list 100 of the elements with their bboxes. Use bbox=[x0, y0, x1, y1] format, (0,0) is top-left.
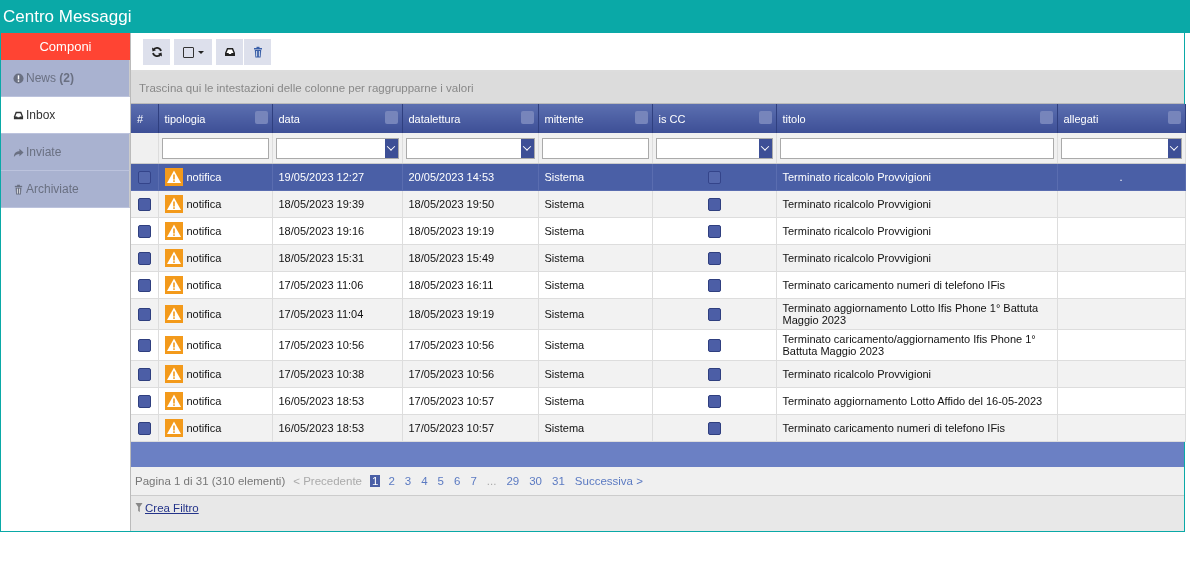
compose-button[interactable]: Componi bbox=[1, 33, 130, 60]
table-cell: notifica bbox=[186, 422, 222, 434]
table-row[interactable]: notifica 18/05/2023 15:31 18/05/2023 15:49 Sistema Terminato ricalcolo Provvigioni bbox=[131, 244, 1185, 272]
warning-icon bbox=[164, 392, 183, 410]
filter-dropdown[interactable] bbox=[1060, 137, 1182, 159]
filter-dropdown[interactable] bbox=[655, 137, 773, 159]
page-link[interactable]: 2 bbox=[386, 475, 397, 487]
row-checkbox[interactable] bbox=[137, 421, 151, 435]
column-header[interactable]: datalettura bbox=[402, 104, 538, 133]
warning-icon bbox=[164, 276, 183, 294]
column-header[interactable]: data bbox=[272, 104, 402, 133]
cc-checkbox[interactable] bbox=[707, 251, 721, 265]
filter-field[interactable] bbox=[161, 137, 269, 159]
table-cell: Sistema bbox=[544, 422, 585, 434]
row-checkbox[interactable] bbox=[137, 251, 151, 265]
page-link[interactable]: 1 bbox=[370, 475, 381, 487]
warning-icon bbox=[164, 249, 183, 267]
row-checkbox[interactable] bbox=[137, 224, 151, 238]
table-cell: Terminato caricamento/aggiornamento Ifis Phone 1° Battuta Maggio 2023 bbox=[782, 333, 1036, 357]
page-link[interactable]: 30 bbox=[527, 475, 544, 487]
table-row[interactable]: notifica 17/05/2023 10:38 17/05/2023 10:56 Sistema Terminato ricalcolo Provvigioni bbox=[131, 360, 1185, 388]
cc-checkbox[interactable] bbox=[707, 224, 721, 238]
cc-checkbox[interactable] bbox=[707, 338, 721, 352]
cc-checkbox[interactable] bbox=[707, 307, 721, 321]
row-checkbox[interactable] bbox=[137, 338, 151, 352]
column-header[interactable]: titolo bbox=[776, 104, 1057, 133]
table-row[interactable]: notifica 17/05/2023 11:06 18/05/2023 16:11 Sistema Terminato caricamento numeri di telefono IFis bbox=[131, 271, 1185, 299]
table-cell: 17/05/2023 10:56 bbox=[278, 339, 365, 351]
create-filter-link[interactable]: Crea Filtro bbox=[145, 502, 199, 514]
cc-checkbox[interactable] bbox=[707, 394, 721, 408]
inbox-button[interactable] bbox=[216, 39, 243, 65]
row-checkbox[interactable] bbox=[137, 170, 151, 184]
cc-checkbox[interactable] bbox=[707, 367, 721, 381]
page-link[interactable]: 3 bbox=[402, 475, 414, 487]
inbox-icon bbox=[223, 46, 236, 58]
table-row[interactable]: notifica 19/05/2023 12:27 20/05/2023 14:53 Sistema Terminato ricalcolo Provvigioni . bbox=[131, 163, 1185, 191]
table-cell: notifica bbox=[186, 339, 222, 351]
row-checkbox[interactable] bbox=[137, 367, 151, 381]
filter-field[interactable] bbox=[779, 137, 1054, 159]
column-header[interactable]: tipologia bbox=[158, 104, 272, 133]
page-link[interactable]: 6 bbox=[452, 475, 463, 487]
table-cell: Terminato ricalcolo Provvigioni bbox=[782, 171, 932, 183]
table-cell: 19/05/2023 12:27 bbox=[278, 171, 365, 183]
filter-dropdown[interactable] bbox=[405, 137, 535, 159]
cc-checkbox[interactable] bbox=[707, 421, 721, 435]
group-panel-hint: Trascina qui le intestazioni delle colonne per raggrupparne i valori bbox=[131, 72, 1184, 104]
table-cell: notifica bbox=[186, 252, 222, 264]
column-header[interactable]: is CC bbox=[652, 104, 776, 133]
table-row[interactable]: notifica 17/05/2023 11:04 18/05/2023 19:19 Sistema Terminato aggiornamento Lotto Ifis Phone 1° Battuta Maggio 2023 bbox=[131, 298, 1185, 330]
warning-icon bbox=[164, 168, 183, 186]
trash-icon bbox=[251, 46, 264, 58]
table-cell: 18/05/2023 19:39 bbox=[278, 198, 365, 210]
trash-icon bbox=[13, 183, 24, 195]
refresh-button[interactable] bbox=[143, 39, 170, 65]
table-cell: notifica bbox=[186, 225, 222, 237]
table-row[interactable]: notifica 18/05/2023 19:39 18/05/2023 19:50 Sistema Terminato ricalcolo Provvigioni bbox=[131, 190, 1185, 218]
cc-checkbox[interactable] bbox=[707, 170, 721, 184]
page-summary: Pagina 1 di 31 (310 elementi) bbox=[135, 475, 286, 487]
column-header[interactable]: # bbox=[131, 104, 158, 133]
refresh-icon bbox=[150, 46, 163, 58]
table-row[interactable]: notifica 17/05/2023 10:56 17/05/2023 10:56 Sistema Terminato caricamento/aggiornamento Ifis Phone 1° Battuta Maggio 2023 bbox=[131, 329, 1185, 361]
table-cell: 17/05/2023 11:04 bbox=[278, 308, 364, 320]
table-cell: Sistema bbox=[544, 279, 585, 291]
column-header[interactable]: allegati bbox=[1057, 104, 1185, 133]
table-cell: Sistema bbox=[544, 368, 585, 380]
table-row[interactable]: notifica 16/05/2023 18:53 17/05/2023 10:57 Sistema Terminato aggiornamento Lotto Affido del 16-05-2023 bbox=[131, 387, 1185, 415]
cc-checkbox[interactable] bbox=[707, 197, 721, 211]
page-link[interactable]: 7 bbox=[468, 475, 479, 487]
row-checkbox[interactable] bbox=[137, 307, 151, 321]
table-cell: 17/05/2023 10:57 bbox=[408, 422, 495, 434]
cc-checkbox[interactable] bbox=[707, 278, 721, 292]
table-cell: 18/05/2023 16:11 bbox=[408, 279, 494, 291]
column-header[interactable]: mittente bbox=[538, 104, 652, 133]
warning-icon bbox=[164, 222, 183, 240]
table-cell: Terminato caricamento numeri di telefono IFis bbox=[782, 279, 1006, 291]
page-link[interactable]: 5 bbox=[435, 475, 446, 487]
page-link[interactable]: 4 bbox=[419, 475, 430, 487]
table-cell: 18/05/2023 19:50 bbox=[408, 198, 495, 210]
table-cell: . bbox=[1119, 171, 1123, 183]
row-checkbox[interactable] bbox=[137, 197, 151, 211]
table-cell: Sistema bbox=[544, 171, 585, 183]
row-checkbox[interactable] bbox=[137, 394, 151, 408]
table-cell: notifica bbox=[186, 171, 222, 183]
table-row[interactable]: notifica 16/05/2023 18:53 17/05/2023 10:57 Sistema Terminato caricamento numeri di telefono IFis bbox=[131, 414, 1185, 442]
inbox-icon bbox=[13, 109, 24, 121]
warning-icon bbox=[164, 195, 183, 213]
row-checkbox[interactable] bbox=[137, 278, 151, 292]
table-cell: Sistema bbox=[544, 252, 585, 264]
next-link[interactable]: Successiva > bbox=[574, 475, 643, 487]
filter-dropdown[interactable] bbox=[275, 137, 399, 159]
table-row[interactable]: notifica 18/05/2023 19:16 18/05/2023 19:19 Sistema Terminato ricalcolo Provvigioni bbox=[131, 217, 1185, 245]
page-link[interactable]: 31 bbox=[550, 475, 567, 487]
table-cell: 18/05/2023 15:49 bbox=[408, 252, 495, 264]
page-link[interactable]: 29 bbox=[504, 475, 522, 487]
filter-field[interactable] bbox=[541, 137, 649, 159]
window-title: Centro Messaggi bbox=[2, 6, 132, 27]
select-dropdown-button[interactable] bbox=[174, 39, 212, 65]
delete-button[interactable] bbox=[244, 39, 271, 65]
table-cell: Sistema bbox=[544, 339, 585, 351]
warning-icon bbox=[164, 365, 183, 383]
